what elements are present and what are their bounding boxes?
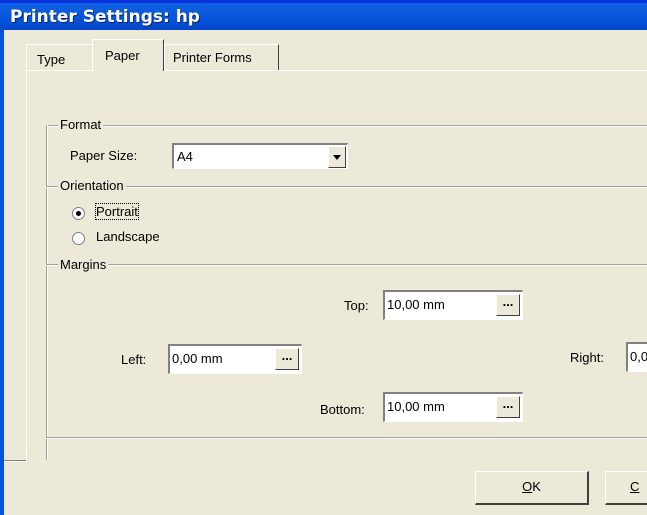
- left-margin-value: 0,00 mm: [172, 351, 223, 366]
- group-left-border: [46, 125, 48, 460]
- radio-selected-dot: [76, 211, 81, 216]
- right-margin-value: 0,0: [630, 349, 647, 364]
- ok-button[interactable]: OK: [475, 471, 589, 505]
- chevron-down-icon: [333, 155, 341, 160]
- orientation-group-label: Orientation: [58, 178, 126, 193]
- ok-mnemonic: O: [522, 479, 533, 494]
- margins-group-label: Margins: [58, 257, 109, 272]
- landscape-label[interactable]: Landscape: [96, 229, 160, 244]
- left-margin-browse-button[interactable]: ...: [275, 348, 299, 370]
- portrait-radio[interactable]: [72, 207, 85, 220]
- ok-label-rest: K: [532, 479, 541, 494]
- tab-type[interactable]: Type: [26, 44, 94, 70]
- tab-paper[interactable]: Paper: [92, 39, 164, 71]
- right-margin-field[interactable]: 0,0: [626, 342, 647, 372]
- tab-printer-forms[interactable]: Printer Forms: [164, 44, 279, 70]
- bottom-margin-field[interactable]: 10,00 mm ...: [383, 392, 523, 422]
- top-margin-browse-button[interactable]: ...: [496, 294, 520, 316]
- format-group-border: [46, 125, 647, 127]
- top-margin-value: 10,00 mm: [387, 297, 445, 312]
- tab-printer-forms-label: Printer Forms: [173, 50, 252, 65]
- portrait-label[interactable]: Portrait: [95, 203, 139, 220]
- top-margin-label: Top:: [344, 298, 369, 313]
- tab-paper-label: Paper: [105, 48, 140, 63]
- cancel-mnemonic: C: [630, 479, 640, 494]
- paper-size-combobox[interactable]: A4: [172, 143, 348, 169]
- title-bar[interactable]: Printer Settings: hp: [0, 0, 647, 30]
- bottom-margin-browse-button[interactable]: ...: [496, 396, 520, 418]
- tab-type-label: Type: [37, 52, 66, 67]
- landscape-radio[interactable]: [72, 232, 85, 245]
- margins-group-border: [46, 264, 647, 266]
- paper-size-label: Paper Size:: [70, 148, 138, 163]
- bottom-margin-label: Bottom:: [320, 402, 365, 417]
- bottom-margin-value: 10,00 mm: [387, 399, 445, 414]
- left-margin-label: Left:: [121, 352, 147, 367]
- right-margin-label: Right:: [570, 350, 604, 365]
- cancel-button[interactable]: C: [605, 471, 647, 505]
- top-margin-field[interactable]: 10,00 mm ...: [383, 290, 523, 320]
- group-bottom-border: [46, 437, 647, 439]
- paper-size-dropdown-button[interactable]: [328, 146, 346, 168]
- format-group-label: Format: [58, 117, 104, 132]
- paper-size-value: A4: [177, 149, 193, 164]
- window-title: Printer Settings: hp: [10, 7, 200, 27]
- orientation-group-border: [46, 186, 647, 188]
- left-margin-field[interactable]: 0,00 mm ...: [168, 344, 302, 374]
